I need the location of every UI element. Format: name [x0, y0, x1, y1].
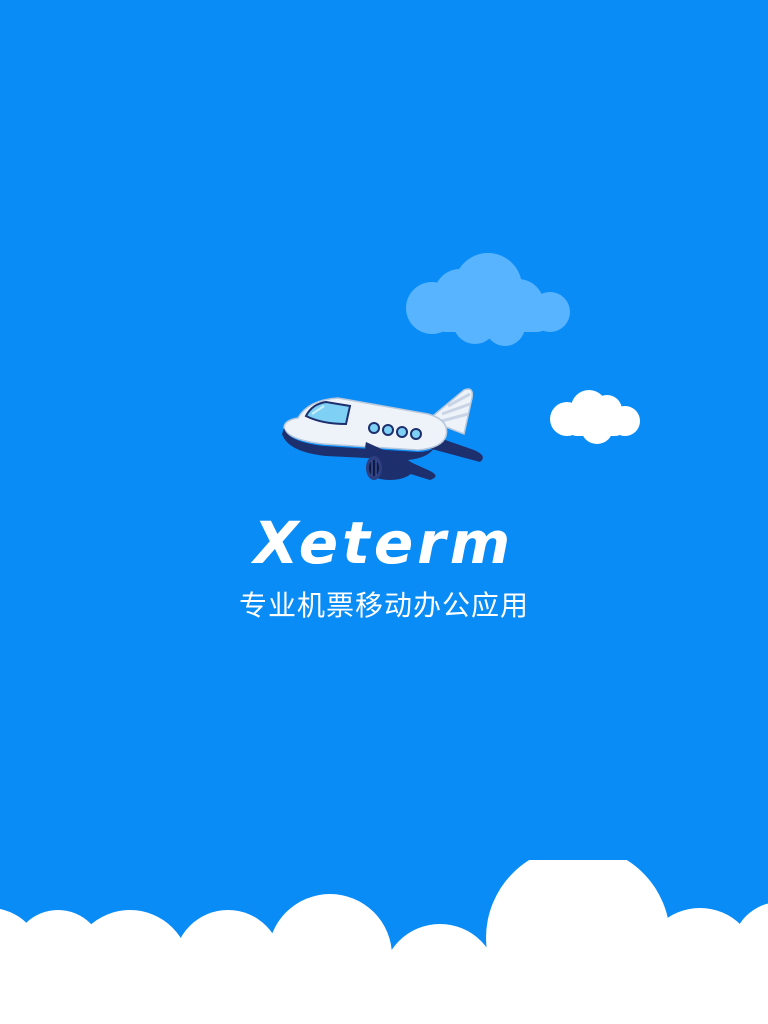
cloud-small-icon [550, 390, 640, 444]
app-tagline: 专业机票移动办公应用 [238, 589, 529, 622]
bottom-clouds-icon [0, 860, 768, 1024]
cloud-large-icon [406, 253, 570, 346]
splash-screen: Xeterm 专业机票移动办公应用 [0, 0, 768, 1024]
app-name: Xeterm [253, 509, 515, 577]
airplane-icon [282, 388, 483, 480]
